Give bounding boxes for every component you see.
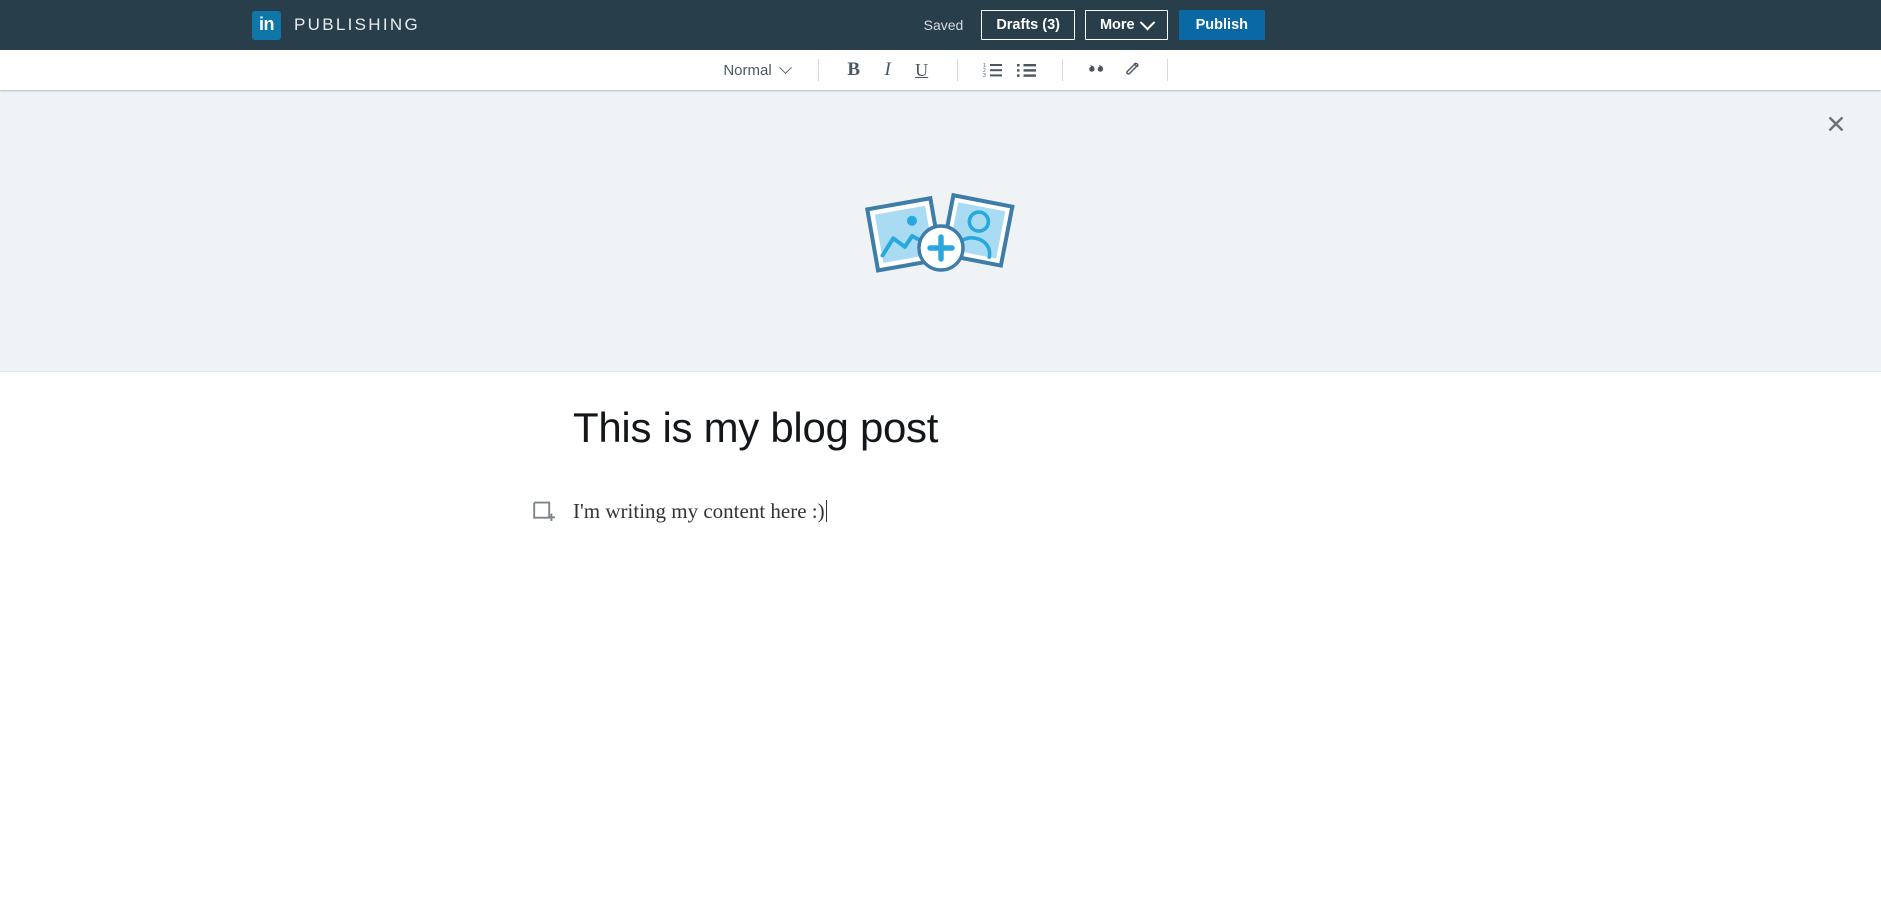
blockquote-button[interactable] <box>1083 56 1113 84</box>
add-cover-image-button[interactable] <box>861 186 1021 286</box>
close-cover-button[interactable]: ✕ <box>1819 108 1853 142</box>
link-button[interactable] <box>1117 56 1147 84</box>
bold-button[interactable]: B <box>839 56 869 84</box>
toolbar-divider <box>817 59 819 81</box>
post-title-input[interactable]: This is my blog post <box>573 404 938 452</box>
close-icon: ✕ <box>1825 110 1847 139</box>
ordered-list-button[interactable]: 1 2 3 <box>978 56 1008 84</box>
post-body-row: I'm writing my content here :) <box>533 499 828 524</box>
more-button[interactable]: More <box>1084 10 1168 40</box>
linkedin-logo-icon: in <box>252 10 281 40</box>
underline-button[interactable]: U <box>907 56 937 84</box>
link-icon <box>1125 62 1139 75</box>
header-actions: Saved Drafts (3) More Publish <box>924 10 1265 40</box>
svg-text:3: 3 <box>983 73 986 78</box>
italic-button[interactable]: I <box>873 56 903 84</box>
post-editor[interactable]: This is my blog post I'm writing my cont… <box>0 372 1881 913</box>
ordered-list-icon: 1 2 3 <box>983 63 1002 78</box>
post-body-input[interactable]: I'm writing my content here :) <box>573 499 828 524</box>
formatting-toolbar: Normal B I U 1 2 3 <box>0 50 1881 90</box>
drafts-button[interactable]: Drafts (3) <box>981 10 1075 40</box>
bullet-list-button[interactable] <box>1012 56 1042 84</box>
cover-image-area[interactable]: ✕ <box>0 90 1881 372</box>
text-caret <box>825 500 828 522</box>
bullet-list-icon <box>1016 64 1036 77</box>
more-button-label: More <box>1099 17 1135 33</box>
app-header: in PUBLISHING Saved Drafts (3) More Publ… <box>0 0 1881 50</box>
text-style-dropdown[interactable]: Normal <box>713 60 799 79</box>
toolbar-divider <box>1166 59 1168 81</box>
add-cover-image-icon <box>864 192 1015 273</box>
blockquote-icon <box>1088 65 1103 72</box>
publish-button-label: Publish <box>1195 17 1248 33</box>
post-body-text: I'm writing my content here :) <box>573 499 825 523</box>
drafts-button-label: Drafts (3) <box>996 17 1060 33</box>
publish-button[interactable]: Publish <box>1178 10 1265 40</box>
brand-name: PUBLISHING <box>294 15 420 34</box>
toolbar-divider <box>1061 59 1063 81</box>
brand[interactable]: in PUBLISHING <box>252 10 420 40</box>
toolbar-divider <box>956 59 958 81</box>
chevron-down-icon <box>778 60 792 74</box>
chevron-down-icon <box>1139 14 1155 30</box>
save-status-label: Saved <box>923 17 964 33</box>
add-media-icon[interactable] <box>533 501 555 523</box>
text-style-label: Normal <box>723 61 772 79</box>
